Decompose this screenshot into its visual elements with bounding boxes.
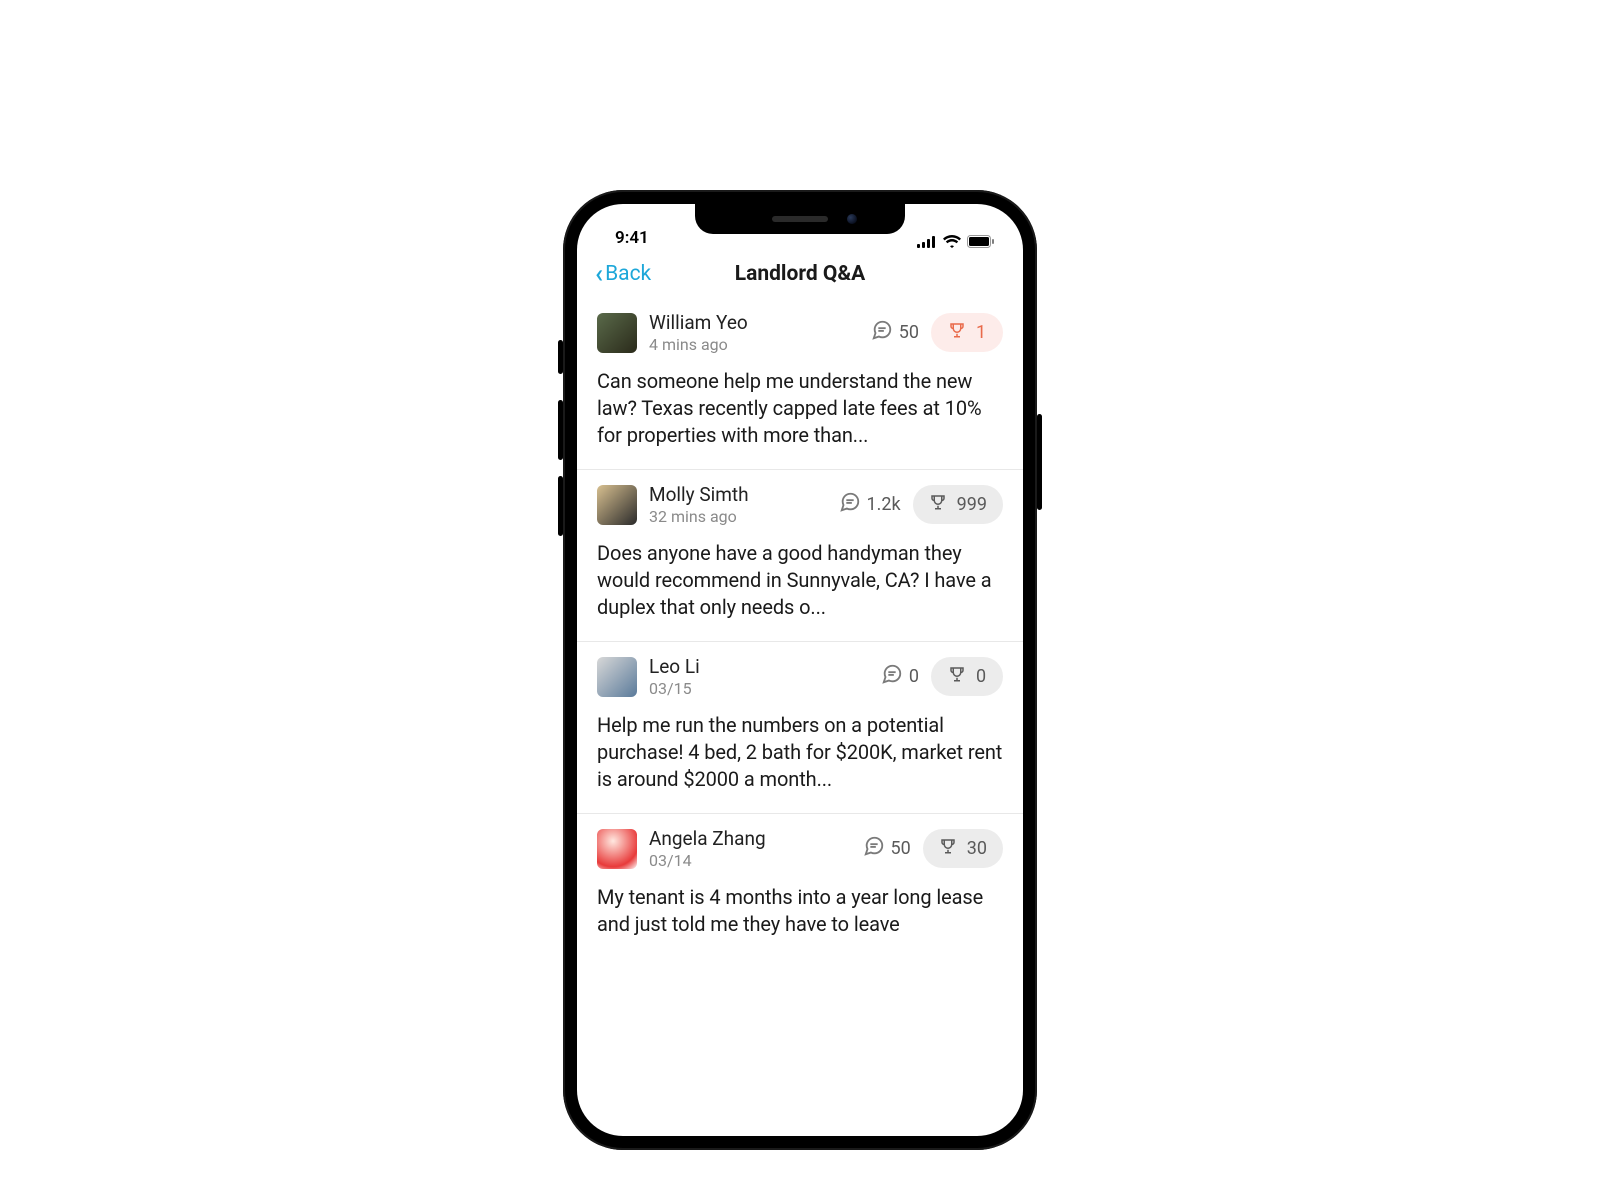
post-body: Help me run the numbers on a potential p… <box>597 712 1003 793</box>
author-name: William Yeo <box>649 312 859 335</box>
page-title: Landlord Q&A <box>735 262 866 286</box>
comment-count-value: 0 <box>909 666 919 687</box>
post-body: Can someone help me understand the new l… <box>597 368 1003 449</box>
comment-count-value: 50 <box>891 838 911 859</box>
speaker-grille <box>772 216 828 222</box>
post-timestamp: 32 mins ago <box>649 507 827 526</box>
post-header: Leo Li 03/15 0 0 <box>597 656 1003 698</box>
post-item[interactable]: Molly Simth 32 mins ago 1.2k 999 Doe <box>577 470 1023 642</box>
avatar[interactable] <box>597 485 637 525</box>
award-pill[interactable]: 1 <box>931 313 1003 352</box>
avatar[interactable] <box>597 657 637 697</box>
post-item[interactable]: Angela Zhang 03/14 50 30 My tenant i <box>577 814 1023 958</box>
chevron-left-icon: ‹ <box>595 261 603 287</box>
award-count-value: 1 <box>976 322 986 343</box>
post-timestamp: 4 mins ago <box>649 335 859 354</box>
comment-count[interactable]: 50 <box>871 319 919 346</box>
chat-bubble-icon <box>863 835 885 862</box>
post-body: Does anyone have a good handyman they wo… <box>597 540 1003 621</box>
trophy-icon <box>948 321 966 344</box>
volume-down-button <box>558 476 563 536</box>
power-button <box>1037 414 1042 510</box>
avatar[interactable] <box>597 829 637 869</box>
trophy-icon <box>929 493 947 516</box>
volume-up-button <box>558 400 563 460</box>
author-name: Molly Simth <box>649 484 827 507</box>
post-item[interactable]: William Yeo 4 mins ago 50 1 Can some <box>577 298 1023 470</box>
notch <box>695 204 905 234</box>
post-header: Angela Zhang 03/14 50 30 <box>597 828 1003 870</box>
award-count-value: 999 <box>957 494 987 515</box>
avatar[interactable] <box>597 313 637 353</box>
trophy-icon <box>948 665 966 688</box>
battery-icon <box>967 235 995 248</box>
cellular-signal-icon <box>917 236 937 248</box>
wifi-icon <box>943 235 961 248</box>
post-feed[interactable]: William Yeo 4 mins ago 50 1 Can some <box>577 298 1023 958</box>
screen: 9:41 ‹ Back Landlord Q&A <box>577 204 1023 1136</box>
phone-frame: 9:41 ‹ Back Landlord Q&A <box>563 190 1037 1150</box>
post-item[interactable]: Leo Li 03/15 0 0 Help me run the num <box>577 642 1023 814</box>
post-timestamp: 03/14 <box>649 851 851 870</box>
post-header: William Yeo 4 mins ago 50 1 <box>597 312 1003 354</box>
post-timestamp: 03/15 <box>649 679 869 698</box>
comment-count-value: 50 <box>899 322 919 343</box>
back-button[interactable]: ‹ Back <box>595 261 651 287</box>
award-pill[interactable]: 0 <box>931 657 1003 696</box>
comment-count[interactable]: 50 <box>863 835 911 862</box>
chat-bubble-icon <box>871 319 893 346</box>
trophy-icon <box>939 837 957 860</box>
chat-bubble-icon <box>881 663 903 690</box>
post-header: Molly Simth 32 mins ago 1.2k 999 <box>597 484 1003 526</box>
mute-switch <box>558 340 563 374</box>
author-name: Leo Li <box>649 656 869 679</box>
comment-count-value: 1.2k <box>867 494 901 515</box>
award-pill[interactable]: 30 <box>923 829 1003 868</box>
nav-bar: ‹ Back Landlord Q&A <box>577 250 1023 298</box>
award-pill[interactable]: 999 <box>913 485 1003 524</box>
comment-count[interactable]: 0 <box>881 663 919 690</box>
award-count-value: 0 <box>976 666 986 687</box>
post-body: My tenant is 4 months into a year long l… <box>597 884 1003 938</box>
front-camera <box>847 214 857 224</box>
award-count-value: 30 <box>967 838 987 859</box>
back-label: Back <box>605 262 651 286</box>
chat-bubble-icon <box>839 491 861 518</box>
clock: 9:41 <box>615 228 649 248</box>
author-name: Angela Zhang <box>649 828 851 851</box>
comment-count[interactable]: 1.2k <box>839 491 901 518</box>
